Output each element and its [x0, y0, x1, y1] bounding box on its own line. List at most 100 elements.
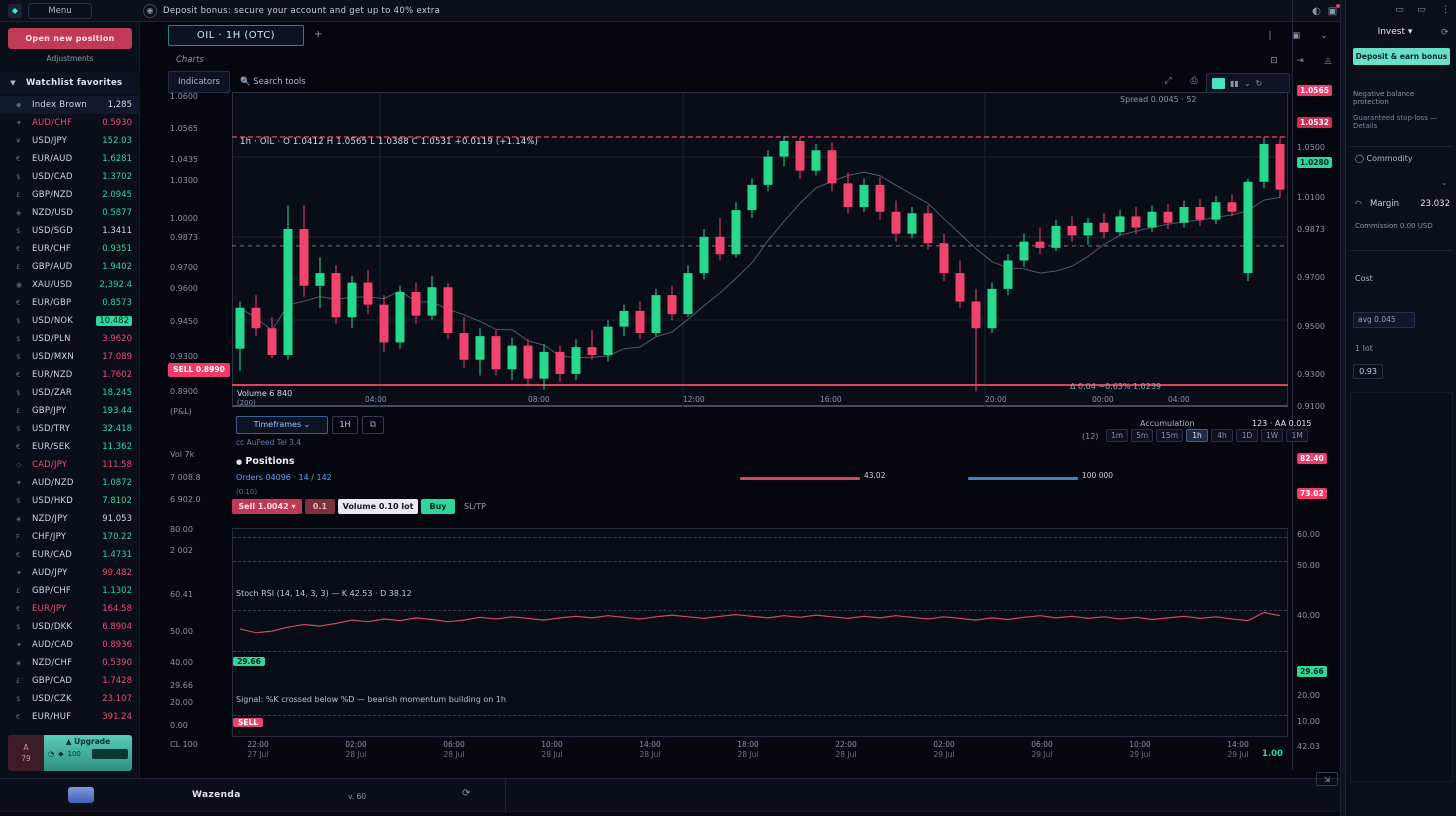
- watchlist-row[interactable]: ✦AUD/JPY99.482: [0, 564, 140, 582]
- workspace-folder-icon[interactable]: [68, 787, 94, 803]
- watchlist-row[interactable]: €EUR/HUF391.24: [0, 708, 140, 726]
- watchlist-row[interactable]: $USD/CAD1.3702: [0, 168, 140, 186]
- window-maximize-icon[interactable]: ▭: [1415, 4, 1428, 17]
- symbol-icon: €: [16, 551, 32, 559]
- menu-button[interactable]: Menu: [28, 3, 92, 19]
- deposit-button[interactable]: Deposit & earn bonus: [1353, 48, 1450, 65]
- screenshot-button[interactable]: ⧉: [362, 416, 384, 434]
- open-position-button[interactable]: Open new position: [8, 28, 132, 49]
- sell-limit-tag[interactable]: SELL 0.8990: [168, 363, 230, 377]
- watchlist-row[interactable]: €EUR/CAD1.4731: [0, 546, 140, 564]
- workspace-label[interactable]: Wazenda: [192, 790, 241, 800]
- add-symbol-button[interactable]: +: [314, 29, 322, 40]
- positions-header[interactable]: ● Positions: [236, 456, 295, 467]
- watchlist-row[interactable]: €EUR/GBP0.8573: [0, 294, 140, 312]
- interval-button[interactable]: 1H: [332, 416, 358, 434]
- watchlist-row[interactable]: ✦AUD/CHF0.5930: [0, 114, 140, 132]
- upgrade-label: ▲ Upgrade: [48, 737, 128, 746]
- watchlist-row[interactable]: $USD/SGD1.3411: [0, 222, 140, 240]
- timeframes-button[interactable]: Timeframes ⌄: [236, 416, 328, 434]
- compare-icon[interactable]: ↻: [1256, 79, 1263, 88]
- refresh-icon[interactable]: ⟳: [462, 788, 470, 799]
- oscillator-legend[interactable]: Stoch RSI (14, 14, 3, 3) — K 42.53 · D 3…: [236, 589, 412, 598]
- watchlist-row[interactable]: $USD/DKK6.8904: [0, 618, 140, 636]
- watchlist-row[interactable]: ◆Index Brown1,285: [0, 96, 140, 114]
- left-price-scale[interactable]: 1.06001.05651.04351.03001.00000.98730.97…: [170, 0, 230, 770]
- symbol-price: 2.0945: [102, 190, 132, 200]
- watchlist-row[interactable]: $USD/CZK23.107: [0, 690, 140, 708]
- buy-button[interactable]: Buy: [421, 499, 455, 514]
- cost-input[interactable]: avg 0.045: [1353, 312, 1415, 328]
- invest-dropdown[interactable]: Invest ▾: [1353, 27, 1437, 37]
- watchlist-row[interactable]: $USD/MXN17.089: [0, 348, 140, 366]
- sltp-label[interactable]: SL/TP: [464, 502, 486, 511]
- watchlist-row[interactable]: €EUR/AUD1.6281: [0, 150, 140, 168]
- timeframe-pill[interactable]: 15m: [1156, 429, 1183, 442]
- chart-type-chevron-icon[interactable]: ⌄: [1244, 79, 1251, 88]
- fullscreen-icon[interactable]: ⤢: [1160, 74, 1176, 89]
- scroll-to-realtime-button[interactable]: ⇲: [1316, 772, 1338, 786]
- watchlist-header[interactable]: ▼ Watchlist favorites: [0, 72, 140, 94]
- watchlist-row[interactable]: £GBP/CHF1.1302: [0, 582, 140, 600]
- timeframe-pills[interactable]: 1m5m15m1h4h1D1W1M: [1106, 429, 1308, 442]
- snapshot-icon[interactable]: ⎙: [1186, 74, 1202, 89]
- price-scale-label: 0.9700: [170, 263, 230, 272]
- timeframe-pill[interactable]: 1W: [1261, 429, 1283, 442]
- timeframe-pill[interactable]: 5m: [1131, 429, 1153, 442]
- watchlist-row[interactable]: FCHF/JPY170.22: [0, 528, 140, 546]
- watchlist-row[interactable]: $USD/NOK10.482: [0, 312, 140, 330]
- timeframe-pill[interactable]: 1m: [1106, 429, 1128, 442]
- timeframe-pill[interactable]: 4h: [1211, 429, 1233, 442]
- panel-refresh-icon[interactable]: ⟳: [1441, 28, 1449, 38]
- watchlist-row[interactable]: ◈NZD/CHF0.5390: [0, 654, 140, 672]
- watchlist-row[interactable]: €EUR/SEK11.362: [0, 438, 140, 456]
- chart-type-selector[interactable]: ▮▮ ⌄ ↻: [1206, 73, 1290, 93]
- watchlist-row[interactable]: ✦AUD/NZD1.0872: [0, 474, 140, 492]
- bars-type-icon[interactable]: ▮▮: [1230, 79, 1239, 88]
- window-restore-icon[interactable]: ▭: [1393, 4, 1406, 17]
- account-widget[interactable]: A 79 ▲ Upgrade ◔ ◆ 100 AED 333: [8, 735, 132, 771]
- watchlist-row[interactable]: ◈NZD/USD0.5877: [0, 204, 140, 222]
- candle-type-active-icon[interactable]: [1212, 78, 1225, 89]
- timeframe-pill[interactable]: 1D: [1236, 429, 1258, 442]
- watchlist-row[interactable]: $USD/PLN3.9620: [0, 330, 140, 348]
- watchlist-row[interactable]: ◇CAD/JPY111.58: [0, 456, 140, 474]
- timeframe-pill[interactable]: 1h: [1186, 429, 1208, 442]
- watchlist-row[interactable]: £GBP/NZD2.0945: [0, 186, 140, 204]
- watchlist-row[interactable]: £GBP/JPY193.44: [0, 402, 140, 420]
- coin-icon[interactable]: ◔: [48, 750, 54, 758]
- search-tools-label[interactable]: 🔍 Search tools: [240, 77, 306, 87]
- orders-link[interactable]: Orders 04096 · 14 / 142: [236, 473, 332, 482]
- gem-icon[interactable]: ◆: [58, 750, 63, 758]
- watchlist-row[interactable]: $USD/ZAR18.245: [0, 384, 140, 402]
- more-options-icon[interactable]: ❘: [1262, 29, 1278, 44]
- upgrade-card[interactable]: ▲ Upgrade ◔ ◆ 100 AED 333: [44, 735, 132, 771]
- watchlist-row[interactable]: ✦AUD/CAD0.8936: [0, 636, 140, 654]
- watchlist-row[interactable]: €EUR/NZD1.7602: [0, 366, 140, 384]
- watchlist-row[interactable]: ◈NZD/JPY91.053: [0, 510, 140, 528]
- watchlist-row[interactable]: £GBP/AUD1.9402: [0, 258, 140, 276]
- timeframe-pill[interactable]: 1M: [1286, 429, 1308, 442]
- watchlist-row[interactable]: ◉XAU/USD2,392.4: [0, 276, 140, 294]
- chart-legend[interactable]: 1h · OIL · O 1.0412 H 1.0565 L 1.0388 C …: [240, 137, 538, 147]
- sell-button[interactable]: Sell 1.0042 ▾: [232, 499, 302, 514]
- watchlist-row[interactable]: $USD/TRY32.418: [0, 420, 140, 438]
- collapse-caret-icon[interactable]: ▼: [0, 79, 26, 87]
- right-price-scale[interactable]: 1.05651.05321.05001.02801.01000.98730.97…: [1292, 0, 1340, 770]
- watchlist-row[interactable]: $USD/HKD7.8102: [0, 492, 140, 510]
- volume-button[interactable]: Volume 0.10 lot: [338, 499, 418, 514]
- watchlist-row[interactable]: €EUR/CHF0.9351: [0, 240, 140, 258]
- lot-size-button[interactable]: 0.1: [305, 499, 335, 514]
- stoploss-note[interactable]: Guaranteed stop-loss — Details: [1353, 114, 1451, 130]
- watchlist-row[interactable]: ¥USD/JPY152.03: [0, 132, 140, 150]
- watchlist-row[interactable]: €EUR/JPY164.58: [0, 600, 140, 618]
- panel-menu-icon[interactable]: ⋮: [1439, 4, 1452, 17]
- ratio-value-box[interactable]: 0.93: [1353, 364, 1383, 379]
- account-badge[interactable]: A 79: [8, 735, 44, 771]
- watchlist-row[interactable]: £GBP/CAD1.7428: [0, 672, 140, 690]
- asset-class-row[interactable]: ◯ Commodity: [1355, 154, 1413, 163]
- expand-chevron-icon[interactable]: ⌄: [1441, 178, 1448, 187]
- export-icon[interactable]: ⊡: [1266, 54, 1282, 69]
- symbol-price: 1.7602: [102, 370, 132, 380]
- app-logo-icon[interactable]: ◆: [8, 4, 22, 18]
